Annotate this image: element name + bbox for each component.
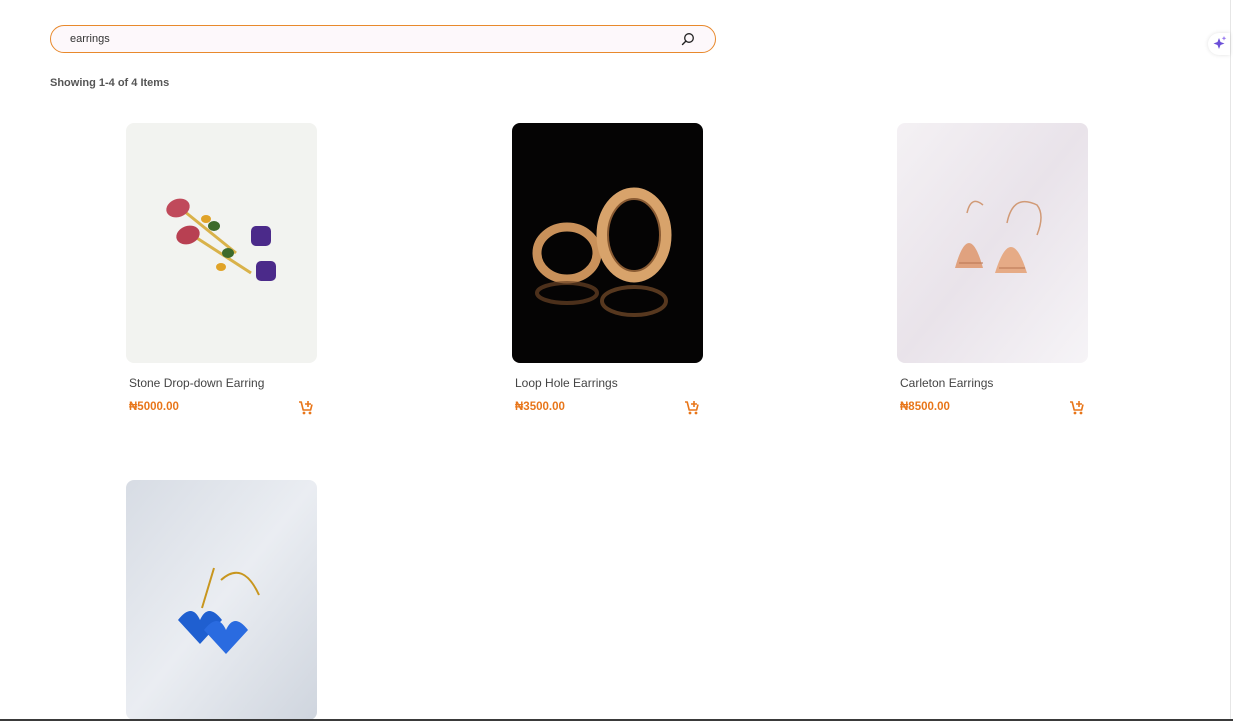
gold-hoop-earring-image[interactable]: [512, 123, 703, 363]
product-price: ₦8500.00: [900, 401, 950, 413]
product-price: ₦5000.00: [129, 401, 179, 413]
gemstone-drop-earring-image[interactable]: [126, 123, 317, 363]
add-to-cart-icon[interactable]: [1069, 400, 1085, 416]
search-results-page: Showing 1-4 of 4 Items Stone Drop-down E…: [0, 0, 1233, 721]
assistant-button[interactable]: [1208, 33, 1230, 55]
add-to-cart-icon[interactable]: [684, 400, 700, 416]
rose-gold-bell-earring-image[interactable]: [897, 123, 1088, 363]
blue-heart-earring-image[interactable]: [126, 480, 317, 720]
search-bar: [50, 25, 716, 53]
product-card[interactable]: Carleton Earrings ₦8500.00: [897, 123, 1088, 419]
product-name[interactable]: Stone Drop-down Earring: [129, 375, 317, 391]
page-edge-divider: [1230, 0, 1231, 721]
product-card[interactable]: [126, 480, 317, 720]
product-name[interactable]: Carleton Earrings: [900, 375, 1088, 391]
search-icon[interactable]: [681, 32, 695, 46]
product-price: ₦3500.00: [515, 401, 565, 413]
results-summary: Showing 1-4 of 4 Items: [50, 77, 170, 89]
product-card[interactable]: Stone Drop-down Earring ₦5000.00: [126, 123, 317, 419]
search-input[interactable]: [70, 26, 670, 52]
product-card[interactable]: Loop Hole Earrings ₦3500.00: [512, 123, 703, 419]
add-to-cart-icon[interactable]: [298, 400, 314, 416]
sparkle-icon: [1213, 36, 1227, 49]
product-name[interactable]: Loop Hole Earrings: [515, 375, 703, 391]
